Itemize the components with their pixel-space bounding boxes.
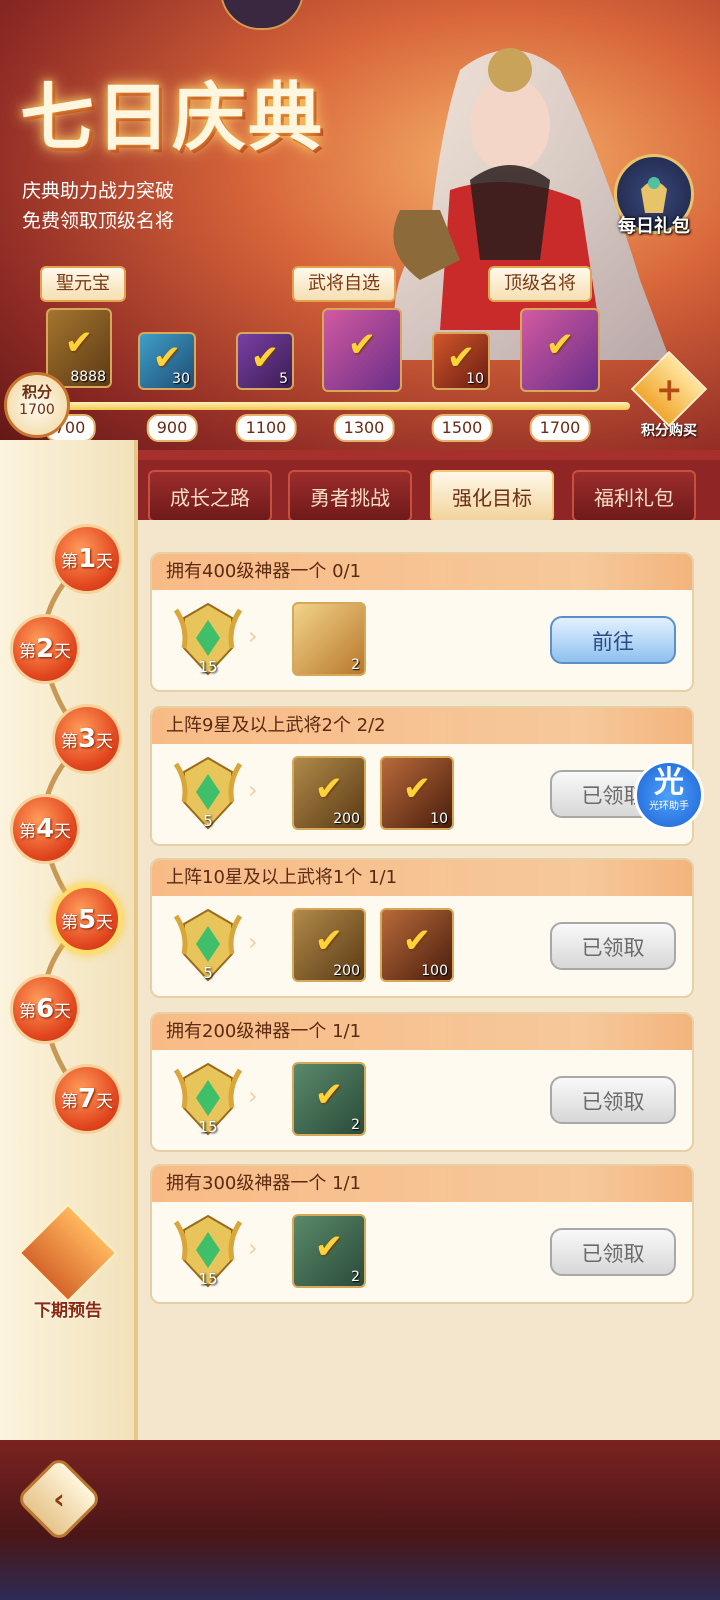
arrow-icon: › bbox=[248, 1234, 258, 1262]
daily-gift-label: 每日礼包 bbox=[618, 216, 690, 237]
reward-count: 10 bbox=[466, 371, 484, 387]
plus-icon: + bbox=[630, 350, 708, 428]
task-reward-item[interactable]: ✔ 200 bbox=[292, 908, 366, 982]
reward-count: 30 bbox=[172, 371, 190, 387]
points-threshold: 1100 bbox=[235, 414, 297, 442]
arrow-icon: › bbox=[248, 622, 258, 650]
check-icon: ✔ bbox=[314, 768, 344, 809]
medal-count: 15 bbox=[198, 658, 218, 676]
reward-count: 2 bbox=[351, 1269, 360, 1285]
claimed-button[interactable]: 已领取 bbox=[550, 1076, 676, 1124]
check-icon: ✔ bbox=[314, 920, 344, 961]
day-7-button[interactable]: 第7天 bbox=[52, 1064, 122, 1134]
task-reward-item[interactable]: ✔ 200 bbox=[292, 756, 366, 830]
back-arrow-icon: ‹ bbox=[53, 1482, 65, 1516]
milestone-reward[interactable]: ✔ 30 bbox=[138, 332, 196, 390]
buy-points-button[interactable]: + 积分购买 bbox=[630, 350, 708, 439]
day-1-button[interactable]: 第1天 bbox=[52, 524, 122, 594]
reward-count: 10 bbox=[430, 811, 448, 827]
arrow-icon: › bbox=[248, 928, 258, 956]
next-preview-button[interactable]: 下期预告 bbox=[16, 1203, 120, 1321]
assistant-label: 光环助手 bbox=[649, 801, 689, 812]
check-icon: ✔ bbox=[402, 768, 432, 809]
milestone-tag: 顶级名将 bbox=[488, 266, 592, 302]
check-icon: ✔ bbox=[314, 1226, 344, 1267]
points-progress-bar bbox=[60, 402, 630, 410]
bottom-frame bbox=[0, 1440, 720, 1600]
tab-challenge[interactable]: 勇者挑战 bbox=[288, 470, 412, 522]
reward-count: 100 bbox=[421, 963, 448, 979]
check-icon: ✔ bbox=[402, 920, 432, 961]
points-threshold: 1300 bbox=[333, 414, 395, 442]
reward-count: 2 bbox=[351, 657, 360, 673]
check-icon: ✔ bbox=[347, 325, 377, 366]
claimed-button[interactable]: 已领取 bbox=[550, 922, 676, 970]
milestone-reward[interactable]: ✔ bbox=[520, 308, 600, 392]
claimed-button[interactable]: 已领取 bbox=[550, 1228, 676, 1276]
task-title: 拥有400级神器一个 0/1 bbox=[152, 554, 692, 590]
task-card: 拥有300级神器一个 1/1 15 › ✔ 2 已领取 bbox=[150, 1164, 694, 1304]
reward-count: 200 bbox=[333, 811, 360, 827]
points-threshold: 900 bbox=[146, 414, 198, 442]
task-reward-item[interactable]: ✔ 10 bbox=[380, 756, 454, 830]
tab-growth[interactable]: 成长之路 bbox=[148, 470, 272, 522]
milestone-reward[interactable]: ✔ bbox=[322, 308, 402, 392]
day-5-button[interactable]: 第5天 bbox=[52, 884, 122, 954]
medal-icon: 5 bbox=[172, 752, 244, 834]
check-icon: ✔ bbox=[545, 325, 575, 366]
tab-welfare-gift[interactable]: 福利礼包 bbox=[572, 470, 696, 522]
medal-count: 5 bbox=[203, 812, 213, 830]
task-card: 拥有400级神器一个 0/1 15 › 2 前往 bbox=[150, 552, 694, 692]
arrow-icon: › bbox=[248, 776, 258, 804]
check-icon: ✔ bbox=[314, 1074, 344, 1115]
daily-gift-button[interactable]: 每日礼包 bbox=[608, 154, 700, 254]
treasure-chest-icon bbox=[18, 1203, 118, 1303]
task-card: 上阵10星及以上武将1个 1/1 5 › ✔ 200 ✔ 100 已领取 bbox=[150, 858, 694, 998]
task-title: 上阵9星及以上武将2个 2/2 bbox=[152, 708, 692, 744]
day-4-button[interactable]: 第4天 bbox=[10, 794, 80, 864]
tab-enhance-goal[interactable]: 强化目标 bbox=[430, 470, 554, 522]
points-threshold: 1500 bbox=[431, 414, 493, 442]
medal-icon: 15 bbox=[172, 598, 244, 680]
assistant-floating-button[interactable]: 光 光环助手 bbox=[634, 760, 704, 830]
milestone-reward[interactable]: ✔ 10 bbox=[432, 332, 490, 390]
go-button[interactable]: 前往 bbox=[550, 616, 676, 664]
day-2-button[interactable]: 第2天 bbox=[10, 614, 80, 684]
medal-icon: 15 bbox=[172, 1058, 244, 1140]
task-reward-item[interactable]: 2 bbox=[292, 602, 366, 676]
milestone-tag: 武将自选 bbox=[292, 266, 396, 302]
reward-count: 5 bbox=[279, 371, 288, 387]
task-title: 拥有300级神器一个 1/1 bbox=[152, 1166, 692, 1202]
medal-count: 5 bbox=[203, 964, 213, 982]
day-6-button[interactable]: 第6天 bbox=[10, 974, 80, 1044]
milestone-reward[interactable]: ✔ 5 bbox=[236, 332, 294, 390]
medal-count: 15 bbox=[198, 1118, 218, 1136]
task-reward-item[interactable]: ✔ 100 bbox=[380, 908, 454, 982]
reward-count: 2 bbox=[351, 1117, 360, 1133]
arrow-icon: › bbox=[248, 1082, 258, 1110]
day-3-button[interactable]: 第3天 bbox=[52, 704, 122, 774]
reward-count: 200 bbox=[333, 963, 360, 979]
medal-icon: 5 bbox=[172, 904, 244, 986]
points-threshold: 1700 bbox=[529, 414, 591, 442]
task-title: 拥有200级神器一个 1/1 bbox=[152, 1014, 692, 1050]
task-reward-item[interactable]: ✔ 2 bbox=[292, 1214, 366, 1288]
medal-count: 15 bbox=[198, 1270, 218, 1288]
task-title: 上阵10星及以上武将1个 1/1 bbox=[152, 860, 692, 896]
medal-icon: 15 bbox=[172, 1210, 244, 1292]
task-card: 拥有200级神器一个 1/1 15 › ✔ 2 已领取 bbox=[150, 1012, 694, 1152]
task-card: 上阵9星及以上武将2个 2/2 5 › ✔ 200 ✔ 10 已领取 bbox=[150, 706, 694, 846]
task-reward-item[interactable]: ✔ 2 bbox=[292, 1062, 366, 1136]
check-icon: ✔ bbox=[250, 337, 280, 378]
